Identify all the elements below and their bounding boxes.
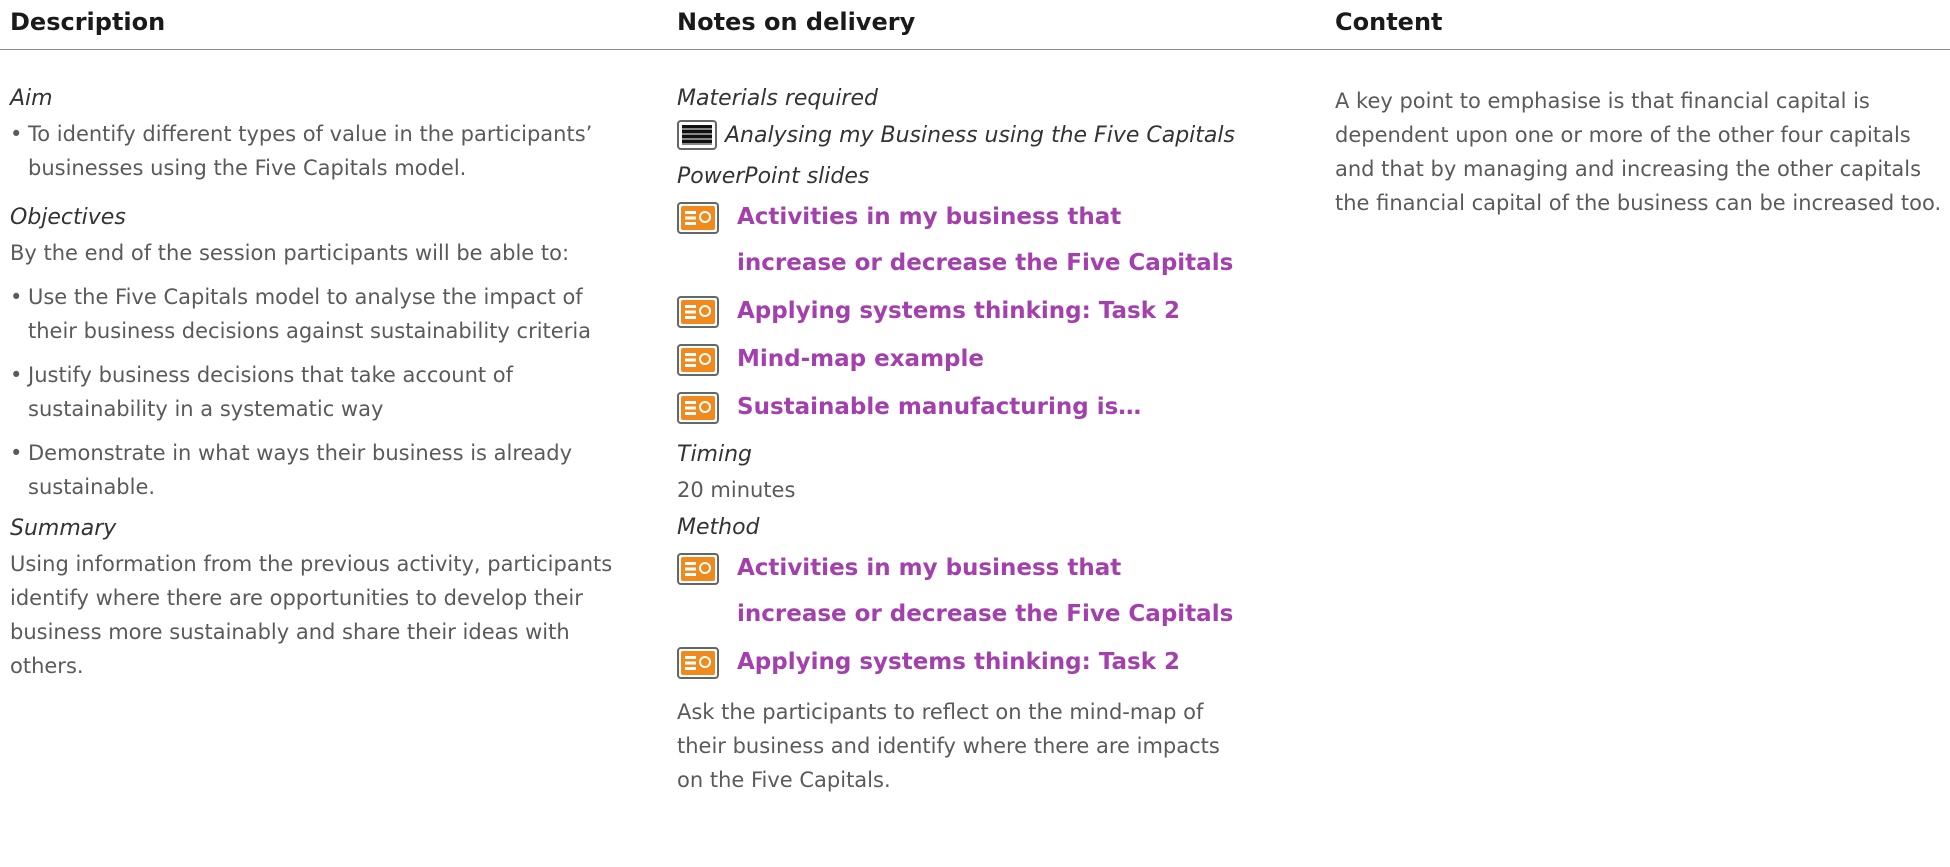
material-item-label: Analysing my Business using the Five Cap… xyxy=(725,122,1235,148)
aim-bullet-text: To identify different types of value in … xyxy=(28,122,593,180)
slide-link-label: Mind-map example xyxy=(737,346,984,372)
document-icon xyxy=(677,120,717,150)
content-column: A key point to emphasise is that financi… xyxy=(1335,84,1945,220)
method-heading: Method xyxy=(677,515,760,540)
objectives-heading: Objectives xyxy=(10,205,126,230)
method-slide-link-label: Applying systems thinking: Task 2 xyxy=(737,649,1181,675)
objective-text: Use the Five Capitals model to analyse t… xyxy=(28,285,592,343)
material-item[interactable]: Analysing my Business using the Five Cap… xyxy=(677,120,1257,150)
notes-column: Materials required Analysing my Business… xyxy=(677,84,1257,797)
slide-link[interactable]: Sustainable manufacturing is… xyxy=(677,392,1257,430)
aim-heading: Aim xyxy=(10,86,53,111)
powerpoint-slide-icon xyxy=(677,296,719,328)
summary-heading: Summary xyxy=(10,516,117,541)
summary-text: Using information from the previous acti… xyxy=(10,552,613,678)
method-slide-link-label: Activities in my business that increase … xyxy=(737,555,1234,627)
slide-link[interactable]: Activities in my business that increase … xyxy=(677,202,1257,286)
powerpoint-slide-icon xyxy=(677,647,719,679)
slide-link[interactable]: Applying systems thinking: Task 2 xyxy=(677,296,1257,334)
method-slide-link[interactable]: Applying systems thinking: Task 2 xyxy=(677,647,1257,685)
header-description: Description xyxy=(10,8,166,36)
objective-item: • Use the Five Capitals model to analyse … xyxy=(10,285,592,343)
powerpoint-slide-icon xyxy=(677,202,719,234)
timing-value: 20 minutes xyxy=(677,478,796,502)
powerpoint-slide-icon xyxy=(677,392,719,424)
powerpoint-slide-icon xyxy=(677,344,719,376)
header-content: Content xyxy=(1335,8,1443,36)
slide-link[interactable]: Mind-map example xyxy=(677,344,1257,382)
slide-link-label: Activities in my business that increase … xyxy=(737,204,1234,276)
objective-item: • Demonstrate in what ways their business… xyxy=(10,441,573,499)
aim-bullet: • To identify different types of value in… xyxy=(10,122,593,180)
materials-heading: Materials required xyxy=(677,86,878,111)
powerpoint-slide-icon xyxy=(677,553,719,585)
header-divider xyxy=(0,49,1950,50)
objective-text: Justify business decisions that take acc… xyxy=(28,363,514,421)
objective-item: • Justify business decisions that take ac… xyxy=(10,363,514,421)
content-text: A key point to emphasise is that financi… xyxy=(1335,89,1942,215)
objective-text: Demonstrate in what ways their business … xyxy=(28,441,573,499)
objectives-intro: By the end of the session participants w… xyxy=(10,241,570,265)
slide-link-label: Sustainable manufacturing is… xyxy=(737,394,1142,420)
slide-link-label: Applying systems thinking: Task 2 xyxy=(737,298,1181,324)
slides-heading: PowerPoint slides xyxy=(677,164,870,189)
method-slide-link[interactable]: Activities in my business that increase … xyxy=(677,553,1257,637)
description-column: Aim • To identify different types of valu… xyxy=(10,84,620,683)
method-text: Ask the participants to reflect on the m… xyxy=(677,700,1220,792)
header-notes-on-delivery: Notes on delivery xyxy=(677,8,916,36)
timing-heading: Timing xyxy=(677,442,753,467)
